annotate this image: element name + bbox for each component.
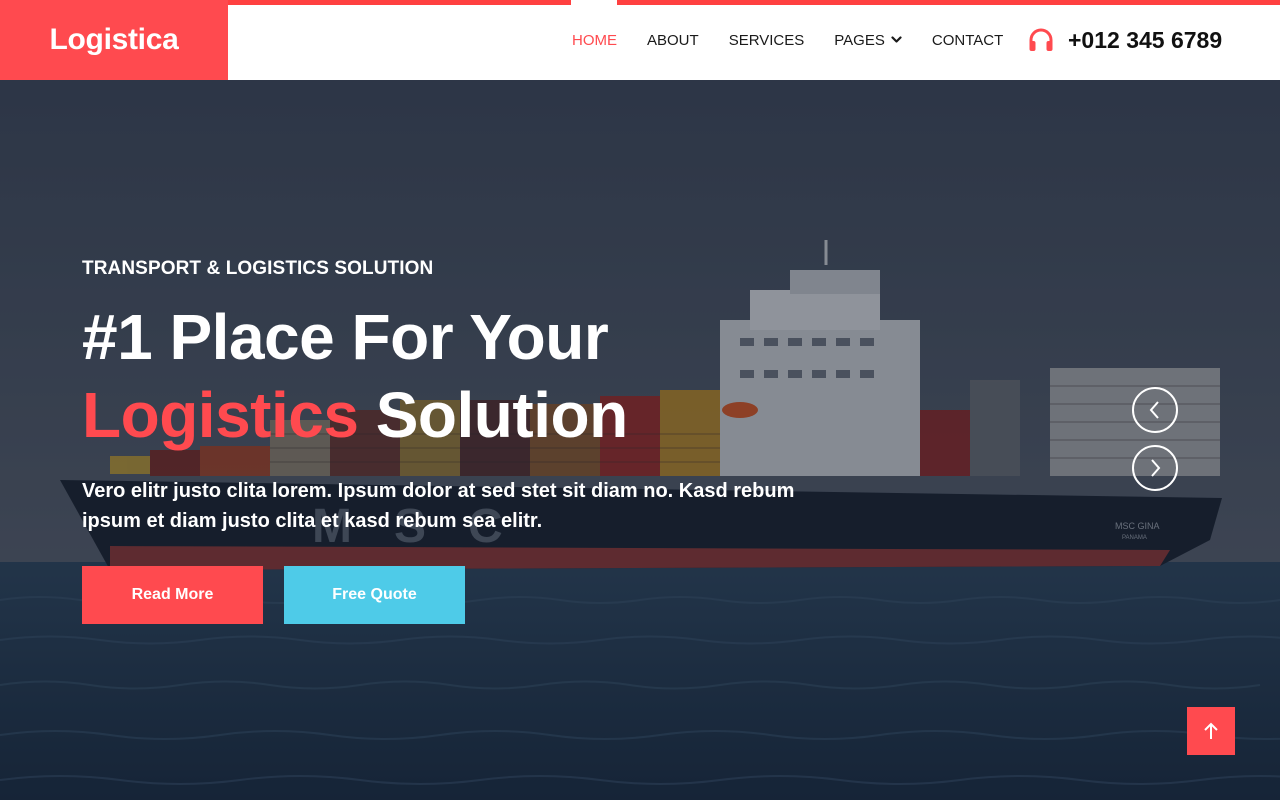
headline-accent: Logistics <box>82 379 359 451</box>
nav-item-pages[interactable]: PAGES <box>834 32 902 49</box>
carousel-prev-button[interactable] <box>1132 387 1178 433</box>
hero-description: Vero elitr justo clita lorem. Ipsum dolo… <box>82 480 795 532</box>
top-accent-strip <box>228 0 571 5</box>
hero-subtitle: TRANSPORT & LOGISTICS SOLUTION <box>82 258 434 279</box>
hero-carousel: MSC MSC GINA PANAMA TRANSPORT & LOGISTIC… <box>0 80 1280 800</box>
chevron-left-icon <box>1149 401 1159 419</box>
nav-item-label: PAGES <box>834 31 885 49</box>
nav-item-label: ABOUT <box>647 31 699 49</box>
nav-item-home[interactable]: HOME <box>572 32 617 49</box>
phone-number: +012 345 6789 <box>1068 26 1223 53</box>
main-nav: HOME ABOUT SERVICES PAGES CONTACT <box>572 0 1033 80</box>
nav-item-about[interactable]: ABOUT <box>647 32 699 49</box>
nav-item-services[interactable]: SERVICES <box>729 32 805 49</box>
nav-item-label: CONTACT <box>931 31 1004 49</box>
free-quote-button[interactable]: Free Quote <box>284 566 465 624</box>
carousel-next-button[interactable] <box>1132 445 1178 491</box>
hero-headline: #1 Place For Your Logistics Solution <box>82 298 628 454</box>
brand-logo[interactable]: Logistica <box>0 0 228 80</box>
headphones-icon <box>1029 28 1053 51</box>
headline-rest: Solution <box>358 379 628 451</box>
nav-item-contact[interactable]: CONTACT <box>932 32 1003 49</box>
arrow-up-icon <box>1204 722 1218 739</box>
navbar: Logistica HOME ABOUT SERVICES PAGES CONT… <box>0 0 1280 80</box>
phone-contact[interactable]: +012 345 6789 <box>1028 0 1222 80</box>
brand-name: Logistica <box>49 23 179 56</box>
read-more-button[interactable]: Read More <box>82 566 263 624</box>
headline-line1: #1 Place For Your <box>82 301 609 373</box>
chevron-down-icon <box>891 36 902 43</box>
chevron-right-icon <box>1151 459 1161 477</box>
nav-item-label: HOME <box>572 31 617 49</box>
nav-item-label: SERVICES <box>728 31 805 49</box>
back-to-top-button[interactable] <box>1187 707 1235 755</box>
